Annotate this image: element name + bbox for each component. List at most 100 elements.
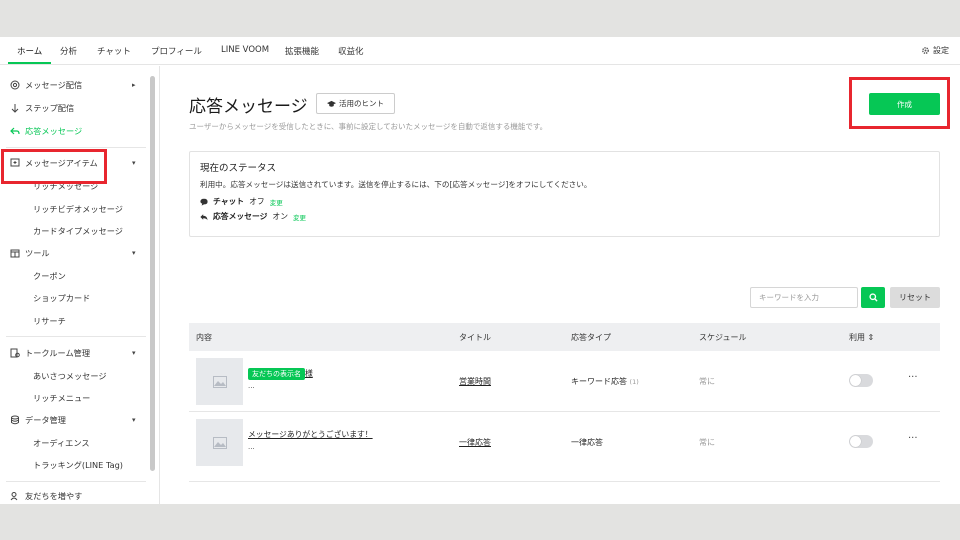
column-usage-sort[interactable]: 利用 ⇕ xyxy=(849,332,874,343)
row-title-link[interactable]: 一律応答 xyxy=(459,437,491,448)
divider xyxy=(6,147,146,148)
active-tab-indicator xyxy=(8,62,51,64)
status-text: 利用中。応答メッセージは送信されています。送信を停止するには、下の[応答メッセー… xyxy=(200,180,592,189)
app-window: ホーム 分析 チャット プロフィール LINE VOOM 拡張機能 収益化 設定… xyxy=(0,37,960,504)
sidebar-item-auto-reply[interactable]: 応答メッセージ xyxy=(10,125,82,137)
sidebar-item-chatroom[interactable]: トークルーム管理 xyxy=(10,347,90,359)
sidebar-scrollbar[interactable] xyxy=(150,76,155,471)
sidebar-subitem-research[interactable]: リサーチ xyxy=(33,315,66,327)
top-navigation: ホーム 分析 チャット プロフィール LINE VOOM 拡張機能 収益化 設定 xyxy=(0,37,960,65)
table-row[interactable]: メッセージありがとうございます！ ... 一律応答 一律応答 常に ··· xyxy=(189,412,940,482)
tab-line-voom[interactable]: LINE VOOM xyxy=(221,45,269,55)
sidebar-subitem-shop-card[interactable]: ショップカード xyxy=(33,292,90,304)
database-icon xyxy=(11,415,19,425)
status-reply-value: オン xyxy=(272,212,289,221)
status-row-reply: 応答メッセージ オン 変更 xyxy=(200,211,306,222)
sidebar-highlight-annotation xyxy=(1,149,107,184)
sidebar-subitem-rich-menu[interactable]: リッチメニュー xyxy=(33,392,90,404)
reply-arrow-icon xyxy=(200,213,208,220)
chevron-right-icon: ▸ xyxy=(132,81,136,89)
sidebar-subitem-greeting[interactable]: あいさつメッセージ xyxy=(33,370,107,382)
tab-analytics[interactable]: 分析 xyxy=(60,45,77,57)
sidebar-item-step[interactable]: ステップ配信 xyxy=(10,102,74,114)
divider xyxy=(6,336,146,337)
chatroom-icon xyxy=(10,348,20,358)
status-chat-label: チャット xyxy=(213,197,245,206)
thumbnail-placeholder xyxy=(196,358,243,405)
keyword-search-input[interactable]: キーワードを入力 xyxy=(750,287,858,308)
chevron-down-icon: ▾ xyxy=(132,249,136,257)
sidebar-subitem-coupon[interactable]: クーポン xyxy=(33,270,66,282)
sidebar-item-tools[interactable]: ツール xyxy=(10,247,50,259)
tab-extensions[interactable]: 拡張機能 xyxy=(285,45,319,57)
change-reply-link[interactable]: 変更 xyxy=(293,212,306,222)
status-row-chat: チャット オフ 変更 xyxy=(200,196,283,207)
settings-label: 設定 xyxy=(933,46,949,55)
search-icon xyxy=(868,293,878,302)
content-preview[interactable]: 友だちの表示名様 xyxy=(248,368,313,380)
change-chat-link[interactable]: 変更 xyxy=(270,197,283,207)
tool-icon xyxy=(10,249,20,258)
content-more: ... xyxy=(248,443,255,451)
search-placeholder: キーワードを入力 xyxy=(759,293,819,302)
tab-profile[interactable]: プロフィール xyxy=(151,45,202,57)
tab-monetization[interactable]: 収益化 xyxy=(338,45,364,57)
sidebar-item-label: データ管理 xyxy=(25,415,66,425)
column-schedule[interactable]: スケジュール xyxy=(699,332,746,343)
search-button[interactable] xyxy=(861,287,885,308)
status-card: 現在のステータス 利用中。応答メッセージは送信されています。送信を停止するには、… xyxy=(189,151,940,237)
reset-button[interactable]: リセット xyxy=(890,287,940,308)
settings-link[interactable]: 設定 xyxy=(921,45,949,56)
table-row[interactable]: 友だちの表示名様 ... 営業時間 キーワード応答 (1) 常に ··· xyxy=(189,351,940,412)
gear-icon xyxy=(922,47,929,54)
row-reply-type: 一律応答 xyxy=(571,438,603,447)
row-title-link[interactable]: 営業時間 xyxy=(459,376,491,387)
sidebar-item-label: 友だちを増やす xyxy=(25,491,83,501)
hint-button-label: 活用のヒント xyxy=(339,99,384,108)
image-icon xyxy=(212,375,227,388)
sidebar-subitem-audience[interactable]: オーディエンス xyxy=(33,437,90,449)
reply-icon xyxy=(10,127,20,135)
divider xyxy=(6,481,146,482)
column-title[interactable]: タイトル xyxy=(459,332,491,343)
friend-name-tag: 友だちの表示名 xyxy=(248,368,305,380)
chevron-down-icon: ▾ xyxy=(132,349,136,357)
usage-toggle[interactable] xyxy=(849,374,873,387)
row-schedule: 常に xyxy=(699,377,715,386)
tab-home[interactable]: ホーム xyxy=(17,45,42,57)
reply-type-label: キーワード応答 xyxy=(571,377,627,386)
tab-chat[interactable]: チャット xyxy=(97,45,131,57)
column-content: 内容 xyxy=(196,333,212,342)
sidebar-item-add-friends[interactable]: 友だちを増やす xyxy=(10,490,82,502)
sidebar-subitem-card-type[interactable]: カードタイプメッセージ xyxy=(33,225,123,237)
create-button-highlight-annotation xyxy=(849,77,950,129)
sidebar-subitem-rich-video[interactable]: リッチビデオメッセージ xyxy=(33,203,123,215)
sidebar-subitem-tracking[interactable]: トラッキング(LINE Tag) xyxy=(33,459,123,471)
broadcast-icon xyxy=(10,80,20,90)
more-options-icon[interactable]: ··· xyxy=(908,372,918,383)
content-preview[interactable]: メッセージありがとうございます！ xyxy=(248,429,373,440)
sidebar-item-broadcast[interactable]: メッセージ配信 xyxy=(10,79,82,91)
status-reply-label: 応答メッセージ xyxy=(213,212,268,221)
add-friend-icon xyxy=(10,492,18,501)
chevron-down-icon: ▾ xyxy=(132,416,136,424)
status-chat-value: オフ xyxy=(249,197,265,206)
thumbnail-placeholder xyxy=(196,419,243,466)
hint-button[interactable]: 活用のヒント xyxy=(316,93,395,114)
image-icon xyxy=(212,436,227,449)
table-header: 内容 タイトル 応答タイプ スケジュール 利用 ⇕ xyxy=(189,323,940,351)
sidebar-item-label: ステップ配信 xyxy=(25,103,75,113)
main-content: 応答メッセージ 活用のヒント ユーザーからメッセージを受信したときに、事前に設定… xyxy=(161,66,960,504)
sidebar-item-label: ツール xyxy=(25,248,50,258)
column-reply-type[interactable]: 応答タイプ xyxy=(571,332,611,343)
content-suffix: 様 xyxy=(305,369,313,378)
status-title: 現在のステータス xyxy=(200,163,277,174)
step-icon xyxy=(11,104,19,113)
graduation-cap-icon xyxy=(327,100,336,107)
sidebar-item-data[interactable]: データ管理 xyxy=(10,414,66,426)
sidebar-item-label: 応答メッセージ xyxy=(25,126,83,136)
sidebar: メッセージ配信 ▸ ステップ配信 応答メッセージ メッセージアイテム ▾ リッチ… xyxy=(0,66,160,504)
chat-bubble-icon xyxy=(200,198,208,206)
usage-toggle[interactable] xyxy=(849,435,873,448)
more-options-icon[interactable]: ··· xyxy=(908,433,918,444)
